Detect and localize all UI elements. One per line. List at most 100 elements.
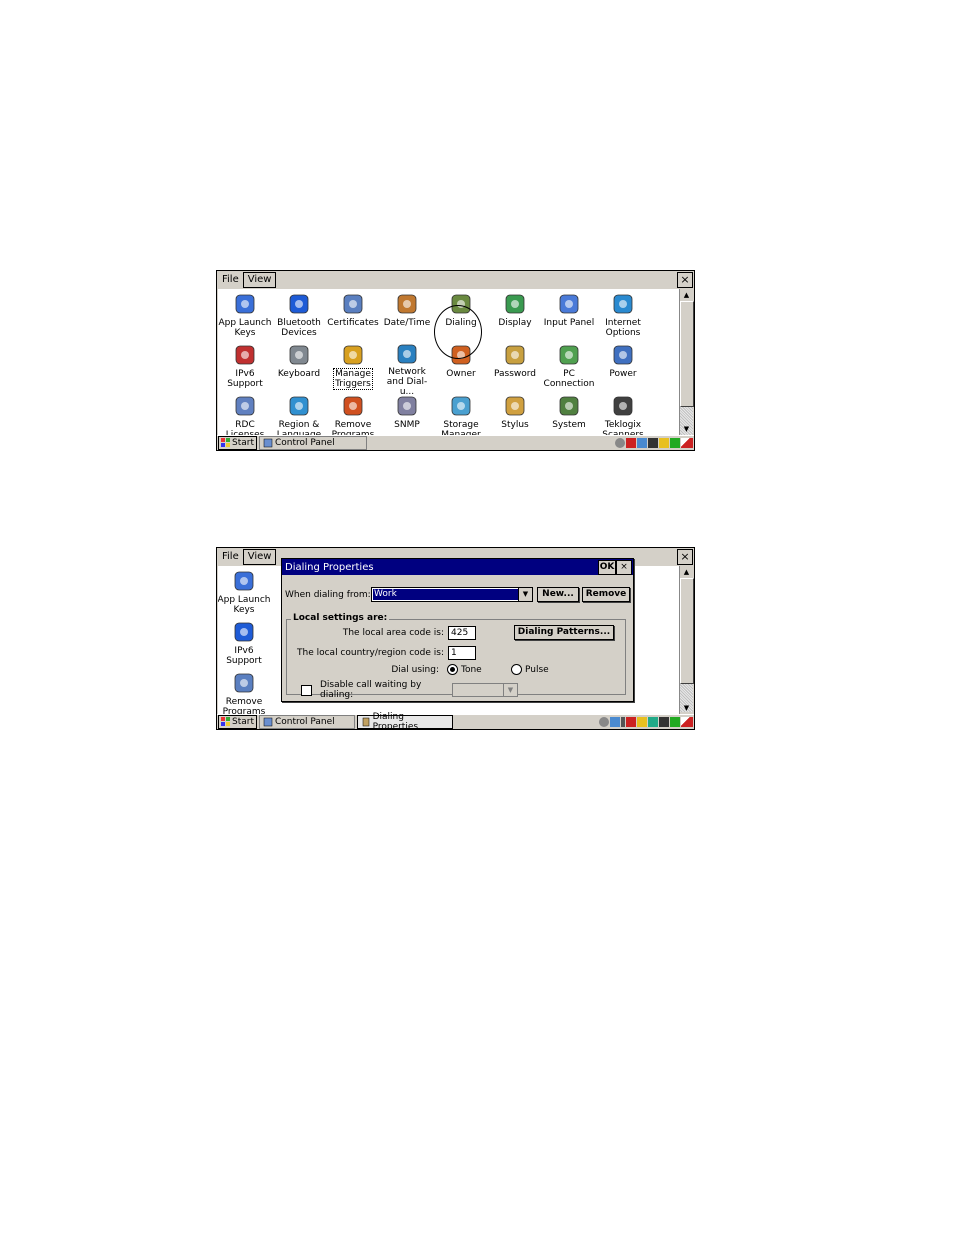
- menu-view-2[interactable]: View: [242, 549, 277, 565]
- tray-lock-icon[interactable]: [659, 437, 669, 448]
- dialog-titlebar: Dialing Properties OK ×: [282, 559, 633, 575]
- tray-status2-icon[interactable]: [648, 716, 658, 727]
- location-combo[interactable]: Work ▼: [371, 587, 533, 602]
- location-value: Work: [373, 589, 518, 600]
- task-control-panel[interactable]: Control Panel: [259, 715, 355, 729]
- tray-battery-icon[interactable]: [670, 716, 680, 727]
- remove-location-button[interactable]: Remove: [582, 587, 630, 602]
- tray-keyboard-icon[interactable]: [648, 437, 658, 448]
- group-title: Local settings are:: [291, 613, 390, 623]
- tray-pen-icon[interactable]: [681, 716, 693, 727]
- local-settings-group: Local settings are: The local area code …: [286, 613, 626, 700]
- control-panel-item[interactable]: Password: [488, 340, 542, 391]
- scroll-up-icon[interactable]: ▲: [680, 289, 693, 301]
- control-panel-item[interactable]: Bluetooth Devices: [272, 289, 326, 340]
- task-dialing-properties[interactable]: Dialing Properties: [357, 712, 453, 729]
- control-panel-item[interactable]: Remove Programs: [326, 391, 380, 435]
- dialing-patterns-button[interactable]: Dialing Patterns...: [514, 625, 614, 640]
- control-panel-item[interactable]: Input Panel: [542, 289, 596, 340]
- country-code-label: The local country/region code is:: [297, 648, 444, 658]
- region-icon: [286, 393, 312, 419]
- item-label: IPv6 Support: [227, 369, 263, 389]
- pulse-label: Pulse: [525, 664, 549, 675]
- call-waiting-row: Disable call waiting by dialing: ▼: [301, 680, 518, 700]
- windows-flag-icon: [221, 717, 230, 726]
- control-panel-item[interactable]: App Launch Keys: [218, 566, 271, 617]
- tray-status-icon[interactable]: [615, 437, 625, 448]
- area-code-field[interactable]: 425: [448, 625, 476, 640]
- control-panel-item[interactable]: RDC Licenses: [218, 391, 272, 435]
- control-panel-item[interactable]: App Launch Keys: [218, 289, 272, 340]
- pulse-radio[interactable]: [511, 664, 522, 675]
- vertical-scrollbar-2[interactable]: ▲ ▼: [679, 566, 694, 714]
- ok-button[interactable]: OK: [598, 560, 616, 575]
- snmp-icon: [394, 393, 420, 419]
- input-panel-icon: [556, 291, 582, 317]
- new-location-button[interactable]: New...: [537, 587, 579, 602]
- start-button[interactable]: Start: [218, 715, 257, 729]
- stylus-icon: [502, 393, 528, 419]
- vertical-scrollbar[interactable]: ▲ ▼: [679, 289, 694, 435]
- control-panel-item[interactable]: Region & Language: [272, 391, 326, 435]
- control-panel-item[interactable]: Teklogix Scanners: [596, 391, 650, 435]
- menu-view[interactable]: View: [242, 272, 277, 288]
- tray-network-icon[interactable]: [610, 716, 620, 727]
- item-label: Display: [498, 318, 532, 328]
- bluetooth-icon: [286, 291, 312, 317]
- item-label: Input Panel: [543, 318, 595, 328]
- dialing-properties-dialog: Dialing Properties OK × When dialing fro…: [281, 558, 634, 702]
- disable-call-waiting-checkbox[interactable]: [301, 684, 312, 696]
- storage-icon: [448, 393, 474, 419]
- control-panel-item[interactable]: System: [542, 391, 596, 435]
- call-waiting-combo[interactable]: ▼: [452, 683, 518, 697]
- item-label: SNMP: [394, 420, 420, 430]
- control-panel-item[interactable]: IPv6 Support: [218, 340, 272, 391]
- item-label: Bluetooth Devices: [277, 318, 321, 338]
- chevron-down-icon[interactable]: ▼: [503, 684, 517, 696]
- control-panel-item[interactable]: PC Connection: [542, 340, 596, 391]
- control-panel-item[interactable]: Manage Triggers: [326, 340, 380, 391]
- control-panel-item[interactable]: IPv6 Support: [218, 617, 270, 668]
- tray-status-icon[interactable]: [599, 716, 609, 727]
- tray-info-icon[interactable]: [621, 716, 625, 727]
- task-control-panel[interactable]: Control Panel: [259, 436, 367, 450]
- scroll-thumb[interactable]: [680, 578, 694, 684]
- scroll-down-icon[interactable]: ▼: [680, 423, 693, 435]
- country-code-field[interactable]: 1: [448, 646, 476, 660]
- control-panel-item[interactable]: Display: [488, 289, 542, 340]
- start-label: Start: [232, 717, 254, 727]
- control-panel-item[interactable]: Date/Time: [380, 289, 434, 340]
- control-panel-item[interactable]: SNMP: [380, 391, 434, 435]
- scroll-down-icon[interactable]: ▼: [680, 702, 693, 714]
- scroll-thumb[interactable]: [680, 301, 694, 407]
- tray-alert-icon[interactable]: [626, 716, 636, 727]
- control-panel-item[interactable]: Stylus: [488, 391, 542, 435]
- tray-battery-icon[interactable]: [670, 437, 680, 448]
- close-icon[interactable]: ×: [677, 549, 693, 565]
- dialing-highlight-circle: [434, 305, 482, 359]
- control-panel-item[interactable]: Network and Dial-u...: [380, 340, 434, 397]
- tone-radio[interactable]: [447, 664, 458, 675]
- menu-file-2[interactable]: File: [218, 550, 243, 564]
- chevron-down-icon[interactable]: ▼: [518, 588, 532, 601]
- control-panel-item[interactable]: Internet Options: [596, 289, 650, 340]
- tray-network-icon[interactable]: [637, 437, 647, 448]
- taskbar-2: Start Control Panel Dialing Properties: [217, 712, 694, 729]
- control-panel-item[interactable]: Certificates: [326, 289, 380, 340]
- control-panel-item[interactable]: Keyboard: [272, 340, 326, 391]
- start-button[interactable]: Start: [218, 436, 257, 450]
- control-panel-item[interactable]: Storage Manager: [434, 391, 488, 435]
- tray-lock-icon[interactable]: [637, 716, 647, 727]
- menu-file[interactable]: File: [218, 273, 243, 287]
- internet-options-icon: [610, 291, 636, 317]
- control-panel-item[interactable]: Remove Programs: [218, 668, 270, 714]
- item-label: Password: [493, 369, 537, 379]
- tray-pen-icon[interactable]: [681, 437, 693, 448]
- scroll-up-icon[interactable]: ▲: [680, 566, 693, 578]
- tray-alert-icon[interactable]: [626, 437, 636, 448]
- dialog-close-icon[interactable]: ×: [616, 560, 632, 575]
- tray-keyboard-icon[interactable]: [659, 716, 669, 727]
- control-panel-item[interactable]: Power: [596, 340, 650, 391]
- close-icon[interactable]: ×: [677, 272, 693, 288]
- ipv6-icon: [232, 342, 258, 368]
